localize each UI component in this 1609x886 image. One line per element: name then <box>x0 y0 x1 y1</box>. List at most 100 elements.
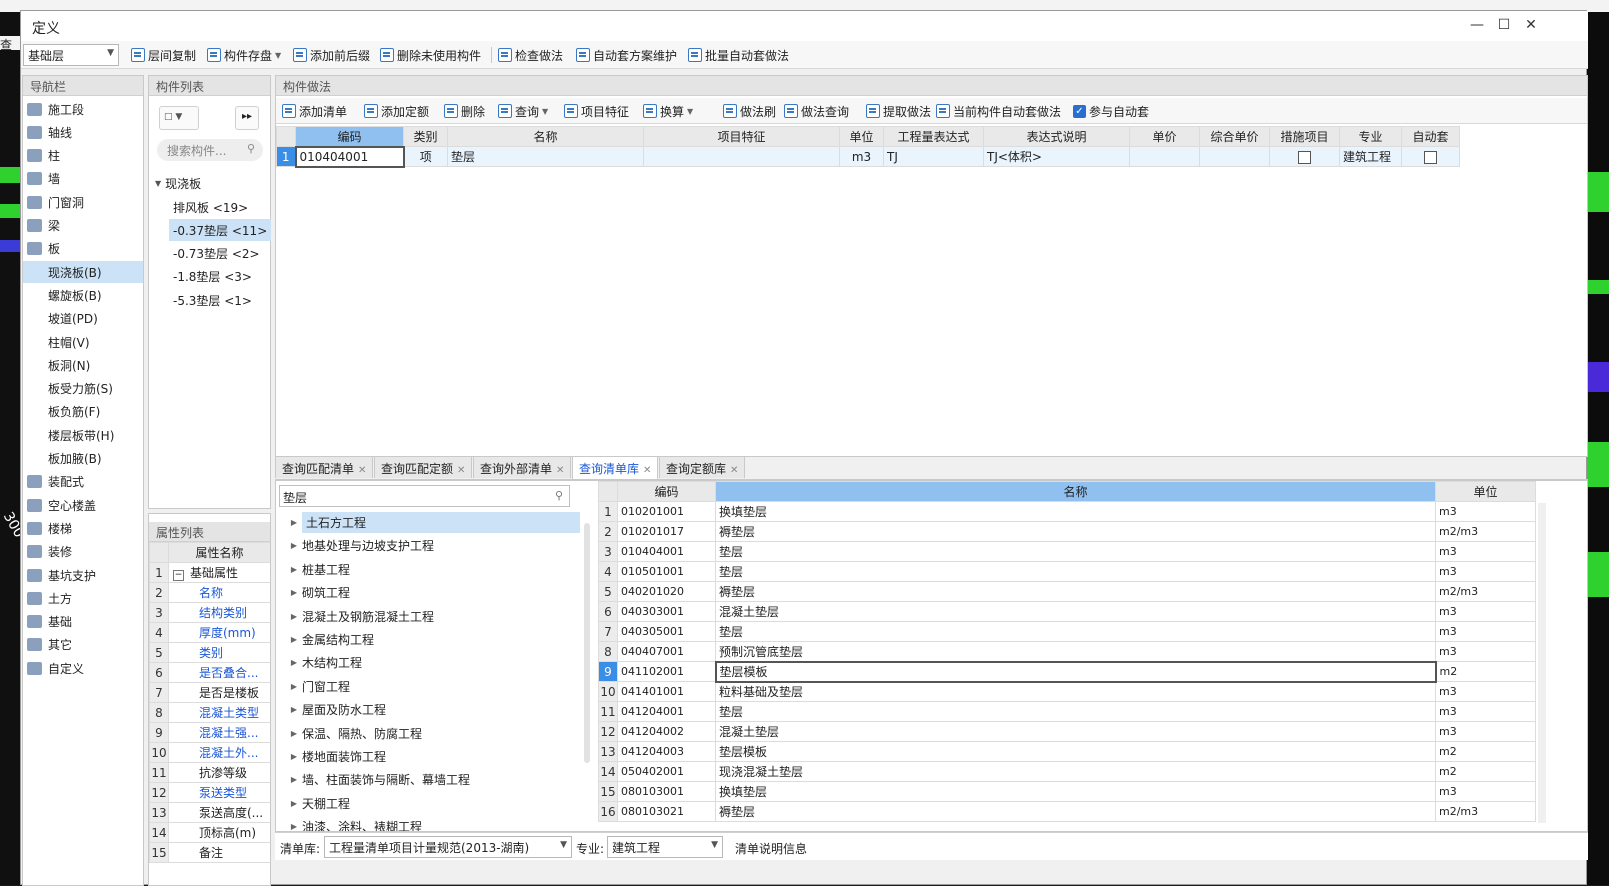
nav-item[interactable]: 柱 <box>23 145 143 167</box>
nav-item[interactable]: 门窗洞 <box>23 191 143 213</box>
library-cell-code[interactable]: 010201001 <box>617 501 716 522</box>
library-tree-item[interactable]: ▶ 混凝土及钢筋混凝土工程 <box>286 605 434 628</box>
component-item[interactable]: -0.73垫层 <2> <box>169 243 264 265</box>
check-method-button[interactable]: 检查做法 <box>498 45 563 65</box>
nav-item[interactable]: 板受力筋(S) <box>23 378 143 400</box>
nav-item[interactable]: 自定义 <box>23 657 143 679</box>
property-cell[interactable]: 厚度(mm) <box>168 622 270 643</box>
expand-icon[interactable]: ▶ <box>286 705 302 714</box>
property-row[interactable]: 15 备注 <box>149 842 270 863</box>
method-col-header[interactable]: 类别 <box>403 126 448 147</box>
expand-icon[interactable]: ▶ <box>286 799 302 808</box>
expand-icon[interactable]: ▶ <box>286 682 302 691</box>
method-col-header[interactable]: 专业 <box>1339 126 1402 147</box>
library-row[interactable]: 2 010201017 褥垫层 m2/m3 <box>598 521 1536 542</box>
method-col-header[interactable]: 单价 <box>1129 126 1200 147</box>
property-cell[interactable]: 混凝土强... <box>168 722 270 743</box>
library-tree-item[interactable]: ▶ 地基处理与边坡支护工程 <box>286 534 434 557</box>
batch-auto-method-button[interactable]: 批量自动套做法 <box>688 45 789 65</box>
nav-item[interactable]: 其它 <box>23 634 143 656</box>
method-row[interactable]: 1 010404001 项 垫层 m3 TJ TJ<体积> 建筑工程 <box>276 145 1460 168</box>
search-icon[interactable]: ⚲ <box>555 489 563 502</box>
add-prefix-suffix-button[interactable]: 添加前后缀 <box>293 45 370 65</box>
library-tree-item[interactable]: ▶ 屋面及防水工程 <box>286 698 386 721</box>
tree-group[interactable]: ▼ 现浇板 <box>155 172 201 194</box>
expand-icon[interactable]: ▶ <box>286 752 302 761</box>
expand-icon[interactable]: ▶ <box>286 565 302 574</box>
expand-button[interactable]: ▸▸ <box>235 106 259 130</box>
library-cell-code[interactable]: 010501001 <box>617 561 716 582</box>
property-row[interactable]: 5 类别 <box>149 642 270 663</box>
nav-item[interactable]: 坡道(PD) <box>23 308 143 330</box>
library-tree-item[interactable]: ▶ 门窗工程 <box>286 675 350 698</box>
nav-item[interactable]: 柱帽(V) <box>23 331 143 353</box>
method-toolbar-button[interactable]: ✓ 参与自动套 <box>1073 101 1149 121</box>
nav-item[interactable]: 板负筋(F) <box>23 401 143 423</box>
library-cell-unit[interactable]: m3 <box>1435 601 1536 622</box>
cell-measure[interactable] <box>1269 146 1340 167</box>
library-tree-item[interactable]: ▶ 砌筑工程 <box>286 581 350 604</box>
cell-auto[interactable] <box>1401 146 1460 167</box>
cell-unit[interactable]: m3 <box>839 146 884 167</box>
library-row[interactable]: 5 040201020 褥垫层 m2/m3 <box>598 581 1536 602</box>
library-row[interactable]: 6 040303001 混凝土垫层 m3 <box>598 601 1536 622</box>
close-tab-icon[interactable]: ✕ <box>730 465 738 476</box>
library-cell-name[interactable]: 换填垫层 <box>715 501 1436 522</box>
method-col-header[interactable]: 综合单价 <box>1199 126 1270 147</box>
library-search-input[interactable]: 垫层 ⚲ <box>279 485 570 507</box>
library-cell-name[interactable]: 垫层模板 <box>715 741 1436 762</box>
method-col-header[interactable]: 单位 <box>839 126 884 147</box>
method-col-header[interactable]: 编码 <box>295 126 404 147</box>
component-item[interactable]: -5.3垫层 <1> <box>169 289 256 311</box>
library-row[interactable]: 15 080103001 换填垫层 m3 <box>598 781 1536 802</box>
library-tree-item[interactable]: ▶ 油漆、涂料、裱糊工程 <box>286 815 422 831</box>
close-button[interactable]: ✕ <box>1521 17 1541 33</box>
cell-total-price[interactable] <box>1199 146 1270 167</box>
library-cell-name[interactable]: 粒料基础及垫层 <box>715 681 1436 702</box>
library-cell-code[interactable]: 040305001 <box>617 621 716 642</box>
library-cell-name[interactable]: 垫层模板 <box>714 660 1437 683</box>
method-col-header[interactable]: 工程量表达式 <box>883 126 984 147</box>
property-row[interactable]: 11 抗渗等级 <box>149 762 270 783</box>
library-tree-item[interactable]: ▶ 墙、柱面装饰与隔断、幕墙工程 <box>286 768 470 791</box>
nav-item[interactable]: 板 <box>23 238 143 260</box>
nav-item[interactable]: 板加腋(B) <box>23 448 143 470</box>
method-col-header[interactable]: 名称 <box>447 126 644 147</box>
library-cell-unit[interactable]: m3 <box>1435 621 1536 642</box>
nav-item[interactable]: 楼层板带(H) <box>23 424 143 446</box>
property-row[interactable]: 8 混凝土类型 <box>149 702 270 723</box>
library-cell-code[interactable]: 041102001 <box>617 661 716 682</box>
cell-name[interactable]: 垫层 <box>447 146 644 167</box>
library-cell-name[interactable]: 褥垫层 <box>715 801 1436 822</box>
library-cell-unit[interactable]: m2/m3 <box>1435 521 1536 542</box>
query-tab[interactable]: 查询匹配定额 ✕ <box>374 456 473 478</box>
query-tab[interactable]: 查询匹配清单 ✕ <box>275 456 374 478</box>
nav-item[interactable]: 板洞(N) <box>23 354 143 376</box>
nav-item[interactable]: 螺旋板(B) <box>23 284 143 306</box>
component-search-input[interactable]: 搜索构件... ⚲ <box>157 139 263 161</box>
library-row[interactable]: 1 010201001 换填垫层 m3 <box>598 501 1536 522</box>
property-row[interactable]: 4 厚度(mm) <box>149 622 270 643</box>
library-cell-name[interactable]: 换填垫层 <box>715 781 1436 802</box>
property-row[interactable]: 3 结构类别 <box>149 602 270 623</box>
library-cell-name[interactable]: 褥垫层 <box>715 581 1436 602</box>
library-cell-name[interactable]: 现浇混凝土垫层 <box>715 761 1436 782</box>
property-cell[interactable]: 混凝土类型 <box>168 702 270 723</box>
expand-icon[interactable]: ▶ <box>286 635 302 644</box>
component-item[interactable]: -1.8垫层 <3> <box>169 266 256 288</box>
cell-type[interactable]: 项 <box>403 146 448 167</box>
library-cell-name[interactable]: 垫层 <box>715 541 1436 562</box>
nav-item[interactable]: 楼梯 <box>23 517 143 539</box>
expand-icon[interactable]: ▶ <box>286 822 302 831</box>
expand-icon[interactable]: ▶ <box>286 658 302 667</box>
cell-feature[interactable] <box>643 146 840 167</box>
method-col-header[interactable]: 措施项目 <box>1269 126 1340 147</box>
library-row[interactable]: 9 041102001 垫层模板 m2 <box>598 660 1536 683</box>
property-cell[interactable]: 顶标高(m) <box>168 822 270 843</box>
component-item[interactable]: -0.37垫层 <11> <box>169 219 272 242</box>
expand-icon[interactable]: ▶ <box>286 518 302 527</box>
library-cell-code[interactable]: 040303001 <box>617 601 716 622</box>
library-cell-unit[interactable]: m3 <box>1435 781 1536 802</box>
library-cell-name[interactable]: 混凝土垫层 <box>715 601 1436 622</box>
auto-checkbox[interactable] <box>1424 150 1437 164</box>
